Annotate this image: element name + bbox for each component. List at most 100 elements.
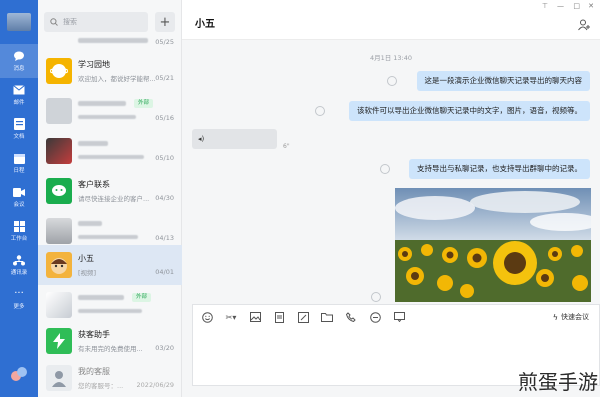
message-bubble[interactable]: 支持导出与私聊记录，也支持导出群聊中的记录。 bbox=[409, 159, 590, 179]
avatar bbox=[46, 178, 72, 204]
add-button[interactable]: + bbox=[155, 12, 175, 32]
rail-item-workbench[interactable]: 工作台 bbox=[0, 214, 38, 248]
user-avatar[interactable] bbox=[7, 13, 31, 31]
avatar bbox=[46, 328, 72, 354]
list-item[interactable]: 客户联系 请尽快连接企业的客户... 04/30 bbox=[38, 172, 182, 210]
rail-item-docs[interactable]: 文档 bbox=[0, 112, 38, 146]
list-item[interactable]: 获客助手 有未用完的免费使用... 03/20 bbox=[38, 322, 182, 360]
avatar bbox=[46, 138, 72, 164]
mail-icon bbox=[13, 84, 25, 96]
avatar bbox=[46, 58, 72, 84]
search-input[interactable]: 搜索 bbox=[44, 12, 148, 32]
list-item-date: 04/30 bbox=[155, 194, 174, 202]
read-receipt-icon bbox=[371, 292, 381, 302]
voice-duration: 6" bbox=[283, 143, 290, 150]
rail-label: 日程 bbox=[13, 168, 25, 174]
app-window: 消息 邮件 文档 日程 会议 工作台 通讯录 ··· 更多 搜索 + 05/25… bbox=[0, 0, 600, 397]
rail-item-more[interactable]: ··· 更多 bbox=[0, 282, 38, 316]
message-timestamp: 4月1日 13:40 bbox=[369, 54, 413, 62]
maximize-icon[interactable]: □ bbox=[573, 2, 580, 10]
rail-label: 文档 bbox=[13, 134, 25, 140]
external-tag: 外部 bbox=[132, 293, 152, 302]
rail-label: 会议 bbox=[13, 202, 25, 208]
message-bubble[interactable]: 该软件可以导出企业微信聊天记录中的文字，图片，语音，视频等。 bbox=[349, 101, 590, 121]
rail-label: 更多 bbox=[13, 304, 25, 310]
calendar-icon bbox=[13, 152, 25, 164]
close-icon[interactable]: ✕ bbox=[588, 2, 594, 10]
rail-label: 工作台 bbox=[10, 236, 28, 242]
edit-icon[interactable] bbox=[295, 311, 311, 323]
list-item-date: 04/13 bbox=[155, 234, 174, 242]
message-icon[interactable] bbox=[391, 311, 407, 323]
grid-icon bbox=[13, 220, 25, 232]
conversation-list: 搜索 + 05/25 学习园地 欢迎加入，都说好学能帮... 05/21 外部 … bbox=[38, 0, 182, 397]
list-item[interactable]: 05/10 bbox=[38, 132, 182, 170]
lightning-icon: ϟ bbox=[552, 312, 558, 322]
list-item-preview: 有未用完的免费使用... bbox=[78, 345, 143, 353]
rail-item-messages[interactable]: 消息 bbox=[0, 44, 38, 78]
left-rail: 消息 邮件 文档 日程 会议 工作台 通讯录 ··· 更多 bbox=[0, 0, 38, 397]
list-item-preview: 欢迎加入，都说好学能帮... bbox=[78, 75, 156, 83]
read-receipt-icon bbox=[387, 76, 397, 86]
add-member-icon[interactable] bbox=[578, 16, 590, 35]
list-item[interactable]: 05/25 bbox=[38, 36, 182, 50]
list-item-date: 04/01 bbox=[155, 268, 174, 276]
video-icon bbox=[13, 186, 25, 198]
message-bubble[interactable]: 这是一段演示企业微信聊天记录导出的聊天内容 bbox=[416, 71, 590, 91]
list-item-name: 获客助手 bbox=[78, 330, 110, 339]
list-item-preview: 您的客服号：... bbox=[78, 382, 124, 390]
list-item-date: 05/16 bbox=[155, 114, 174, 122]
image-message[interactable] bbox=[395, 188, 591, 302]
list-item-date: 05/21 bbox=[155, 74, 174, 82]
list-item-active[interactable]: 小五 [视频] 04/01 bbox=[38, 245, 182, 285]
list-item-date: 05/25 bbox=[155, 38, 174, 46]
avatar bbox=[46, 365, 72, 391]
search-placeholder: 搜索 bbox=[63, 18, 77, 26]
list-item-date: 03/20 bbox=[155, 344, 174, 352]
list-item[interactable]: 我的客服 您的客服号：... 2022/06/29 bbox=[38, 359, 182, 397]
emoji-icon[interactable] bbox=[199, 311, 215, 323]
list-item-name: 小五 bbox=[78, 254, 94, 263]
message-area: 4月1日 13:40 这是一段演示企业微信聊天记录导出的聊天内容 该软件可以导出… bbox=[182, 40, 600, 302]
document-icon bbox=[13, 118, 25, 130]
rail-item-contacts[interactable]: 通讯录 bbox=[0, 248, 38, 282]
minimize-icon[interactable]: — bbox=[557, 2, 564, 10]
voice-message[interactable]: ◂) bbox=[192, 129, 277, 149]
list-item-name: 学习园地 bbox=[78, 60, 110, 69]
external-tag: 外部 bbox=[134, 99, 154, 108]
list-item-date: 2022/06/29 bbox=[136, 381, 174, 389]
avatar bbox=[46, 252, 72, 278]
chat-panel: 小五 ⊤ — □ ✕ 4月1日 13:40 这是一段演示企业微信聊天记录导出的聊… bbox=[182, 0, 600, 397]
read-receipt-icon bbox=[315, 106, 325, 116]
rail-item-mail[interactable]: 邮件 bbox=[0, 78, 38, 112]
image-icon[interactable] bbox=[247, 311, 263, 323]
pin-icon[interactable]: ⊤ bbox=[542, 2, 548, 10]
more-icon: ··· bbox=[14, 288, 24, 299]
chat-header: 小五 ⊤ — □ ✕ bbox=[182, 0, 600, 40]
app-logo-icon[interactable] bbox=[7, 362, 31, 386]
contacts-icon bbox=[13, 254, 25, 266]
folder-icon[interactable] bbox=[319, 311, 335, 323]
rail-item-meeting[interactable]: 会议 bbox=[0, 180, 38, 214]
plus-icon: + bbox=[159, 14, 171, 30]
list-item[interactable]: 学习园地 欢迎加入，都说好学能帮... 05/21 bbox=[38, 52, 182, 90]
list-item[interactable]: 外部 05/16 bbox=[38, 92, 182, 130]
file-icon[interactable] bbox=[271, 311, 287, 323]
rail-label: 通讯录 bbox=[10, 270, 28, 276]
list-item[interactable]: 外部 bbox=[38, 286, 182, 324]
search-icon bbox=[50, 18, 58, 26]
list-item-name: 客户联系 bbox=[78, 180, 110, 189]
rail-label: 消息 bbox=[13, 66, 25, 72]
phone-icon[interactable] bbox=[343, 311, 359, 323]
chat-title: 小五 bbox=[195, 19, 215, 30]
voice-icon: ◂) bbox=[198, 135, 205, 143]
quick-meeting-button[interactable]: ϟ 快速会议 bbox=[553, 312, 589, 322]
more-options-icon[interactable] bbox=[367, 311, 383, 323]
list-item-date: 05/10 bbox=[155, 154, 174, 162]
avatar bbox=[46, 218, 72, 244]
screenshot-icon[interactable]: ✂▾ bbox=[223, 311, 239, 323]
list-item-name: 我的客服 bbox=[78, 367, 110, 376]
avatar bbox=[46, 98, 72, 124]
composer-toolbar: ✂▾ bbox=[199, 311, 415, 323]
rail-item-calendar[interactable]: 日程 bbox=[0, 146, 38, 180]
